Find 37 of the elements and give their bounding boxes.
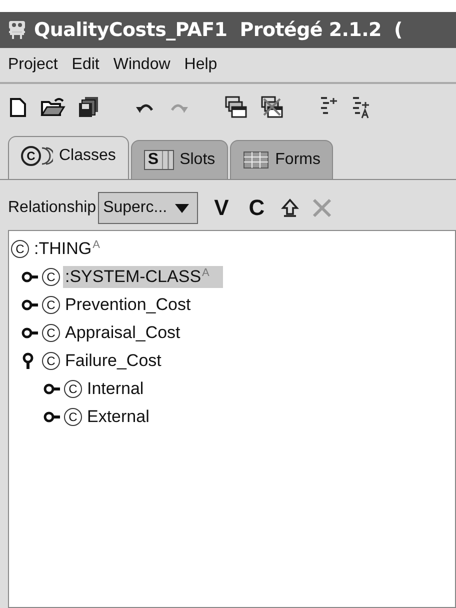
relationship-label: Relationship: [8, 199, 96, 217]
tree-item[interactable]: :THING$^{A}$: [32, 238, 104, 260]
slot-icon: S: [144, 150, 174, 170]
folder-icon[interactable]: [40, 96, 66, 118]
menu-item[interactable]: Project: [8, 56, 58, 74]
class-icon: C: [64, 380, 82, 398]
tree-item[interactable]: External: [85, 406, 154, 428]
class-icon: C: [42, 296, 60, 314]
class-icon: C: [11, 240, 29, 258]
tab[interactable]: C Classes: [8, 136, 129, 179]
floppy-disks-icon[interactable]: [78, 96, 100, 118]
class-icon: C: [42, 268, 60, 286]
menu-item[interactable]: Edit: [72, 56, 100, 74]
tree-item[interactable]: Prevention_Cost: [63, 294, 195, 316]
class-icon: C: [64, 408, 82, 426]
form-icon: [243, 151, 270, 169]
class-icon: C: [42, 324, 60, 342]
windows-cross-icon[interactable]: [260, 95, 284, 119]
tab[interactable]: Forms: [230, 140, 334, 179]
dropdown-arrow-icon: [175, 204, 190, 212]
action-button[interactable]: C: [244, 195, 269, 221]
tree-item[interactable]: :SYSTEM-CLASS$^{A}$: [63, 266, 224, 288]
relationship-dropdown[interactable]: Superc...: [98, 192, 198, 224]
menu-item[interactable]: Help: [184, 56, 218, 74]
new-file-icon[interactable]: [8, 96, 28, 118]
action-button[interactable]: V: [210, 195, 233, 221]
window-title: QualityCosts_PAF1 Protégé 2.1.2 (: [34, 19, 402, 41]
tree-letter-icon[interactable]: [350, 95, 370, 119]
class-icon: C: [42, 352, 60, 370]
app-logo-icon: [6, 19, 28, 41]
menu-item[interactable]: Window: [113, 56, 170, 74]
windows-icon[interactable]: [224, 95, 248, 119]
tree-item[interactable]: Appraisal_Cost: [63, 322, 184, 344]
tab[interactable]: S Slots: [130, 140, 228, 179]
up-arrow-icon[interactable]: [280, 198, 299, 218]
tree-item[interactable]: Failure_Cost: [63, 350, 166, 372]
tree-item[interactable]: Internal: [85, 378, 148, 400]
